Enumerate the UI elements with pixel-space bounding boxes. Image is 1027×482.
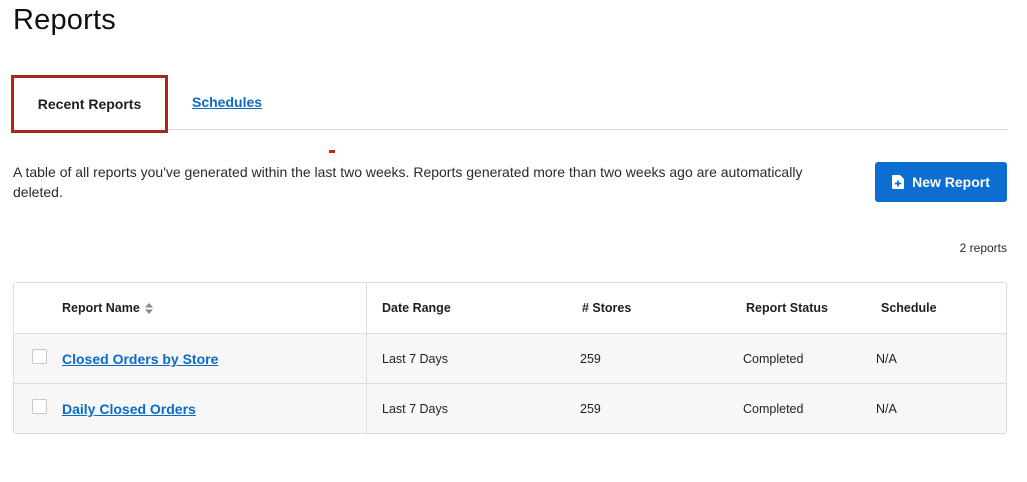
table-row: Closed Orders by Store Last 7 Days 259 C…	[14, 333, 1006, 383]
decorative-mark	[329, 150, 335, 153]
reports-table: Report Name Date Range # Stores Report S…	[13, 282, 1007, 434]
stores-cell: 259	[580, 402, 601, 416]
column-header-label: Report Name	[62, 301, 140, 315]
column-header-schedule: Schedule	[881, 301, 937, 315]
column-header-date-range: Date Range	[382, 301, 451, 315]
report-link[interactable]: Closed Orders by Store	[62, 351, 218, 367]
tab-schedules[interactable]: Schedules	[192, 94, 262, 110]
table-row: Daily Closed Orders Last 7 Days 259 Comp…	[14, 383, 1006, 433]
sort-icon[interactable]	[144, 302, 153, 314]
row-checkbox[interactable]	[32, 349, 47, 364]
column-header-report-name[interactable]: Report Name	[62, 283, 153, 333]
report-name-cell: Closed Orders by Store	[62, 334, 218, 384]
status-cell: Completed	[743, 352, 804, 366]
stores-cell: 259	[580, 352, 601, 366]
report-count: 2 reports	[959, 241, 1007, 255]
date-range-cell: Last 7 Days	[382, 402, 449, 416]
date-range-cell: Last 7 Days	[382, 352, 449, 366]
schedule-cell: N/A	[876, 352, 897, 366]
page-description: A table of all reports you've generated …	[13, 164, 803, 200]
new-report-button[interactable]: New Report	[875, 162, 1007, 202]
new-report-label: New Report	[912, 174, 990, 190]
tab-bar: Recent Reports Schedules	[11, 75, 1007, 133]
column-header-report-status: Report Status	[746, 301, 828, 315]
tab-recent-reports[interactable]: Recent Reports	[11, 75, 168, 133]
report-name-cell: Daily Closed Orders	[62, 384, 196, 433]
report-link[interactable]: Daily Closed Orders	[62, 401, 196, 417]
schedule-cell: N/A	[876, 402, 897, 416]
doc-plus-icon	[892, 175, 905, 189]
page-title: Reports	[13, 4, 116, 36]
column-header-stores: # Stores	[582, 301, 632, 315]
row-checkbox[interactable]	[32, 399, 47, 414]
column-divider	[366, 283, 367, 433]
table-header-row: Report Name Date Range # Stores Report S…	[14, 283, 1006, 333]
status-cell: Completed	[743, 402, 804, 416]
